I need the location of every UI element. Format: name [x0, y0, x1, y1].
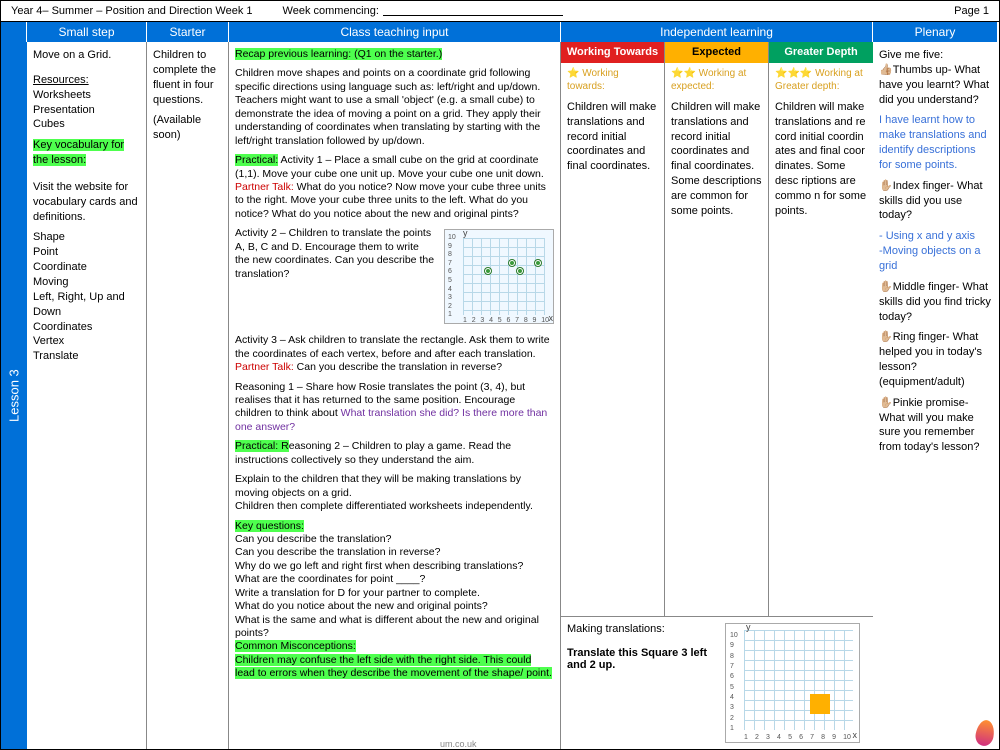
partner-talk-label: Partner Talk:	[235, 361, 294, 373]
vocab-item: Left, Right, Up and Down	[33, 290, 140, 320]
practical-label: Practical:	[235, 154, 278, 166]
plenary-example-answer: I have learnt how to make translations a…	[879, 113, 991, 172]
translation-task-panel: Making translations: Translate this Squa…	[561, 616, 873, 749]
resource-item: Presentation	[33, 103, 140, 118]
wt-stars: ⭐ Working towards:	[567, 67, 658, 94]
starter-availability: (Available soon)	[153, 113, 222, 143]
plenary-column: Give me five: 👍🏼Thumbs up- What have you…	[873, 42, 997, 749]
week-commencing-blank	[383, 6, 563, 16]
resource-item: Cubes	[33, 117, 140, 132]
doc-title: Year 4– Summer – Position and Direction …	[11, 5, 253, 17]
top-bar: Year 4– Summer – Position and Direction …	[1, 1, 999, 22]
practical-1: Practical: Activity 1 – Place a small cu…	[235, 154, 554, 181]
col-head-small-step: Small step	[27, 22, 147, 42]
plenary-example-answer: - Using x and y axis	[879, 229, 991, 244]
activity-3-text: Activity 3 – Ask children to translate t…	[235, 334, 554, 361]
activity-2-block: y x 12345678910 12345678910 Activity 2 –…	[235, 227, 554, 328]
point-b	[509, 260, 515, 266]
point-d	[535, 260, 541, 266]
week-commencing-label: Week commencing:	[283, 5, 379, 17]
key-questions-label: Key questions:	[235, 520, 304, 532]
key-question: Can you describe the translation in reve…	[235, 546, 554, 559]
greater-depth-head: Greater Depth	[769, 42, 873, 63]
column-header-row: Small step Starter Class teaching input …	[1, 22, 999, 42]
resources-label: Resources:	[33, 74, 89, 86]
key-question: What is the same and what is different a…	[235, 614, 554, 641]
thumbs-up-prompt: 👍🏼Thumbs up- What have you learnt? What …	[879, 63, 991, 108]
vocab-item: Shape	[33, 230, 140, 245]
resource-item: Worksheets	[33, 88, 140, 103]
greater-depth-column: Greater Depth ⭐⭐⭐ Working at Greater dep…	[769, 42, 873, 616]
starter-column: Children to complete the fluent in four …	[147, 42, 229, 749]
page-number: Page 1	[954, 5, 989, 17]
vocab-item: Vertex	[33, 334, 140, 349]
point-c	[517, 268, 523, 274]
vocab-item: Point	[33, 245, 140, 260]
translation-task: Translate this Square 3 left and 2 up.	[567, 647, 707, 671]
working-towards-head: Working Towards	[561, 42, 664, 63]
pinkie-prompt: ✋🏼Pinkie promise- What will you make sur…	[879, 396, 991, 455]
misconceptions-text: Children may confuse the left side with …	[235, 654, 552, 679]
middle-finger-prompt: ✋🏼Middle finger- What skills did you fin…	[879, 280, 991, 325]
reasoning-1: Reasoning 1 – Share how Rosie translates…	[235, 381, 554, 435]
recap-heading: Recap previous learning: (Q1 on the star…	[235, 48, 442, 60]
lesson-plan-page: Year 4– Summer – Position and Direction …	[0, 0, 1000, 750]
col-head-starter: Starter	[147, 22, 229, 42]
vocab-item: Moving	[33, 275, 140, 290]
partner-talk-label: Partner Talk:	[235, 181, 294, 193]
gd-body: Children will make translations and re c…	[775, 100, 867, 219]
independent-learning-column: Working Towards ⭐ Working towards: Child…	[561, 42, 873, 749]
col-head-plenary: Plenary	[873, 22, 997, 42]
yellow-square	[810, 694, 830, 714]
brand-logo	[976, 720, 994, 746]
vocab-item: Translate	[33, 349, 140, 364]
ex-stars: ⭐⭐ Working at expected:	[671, 67, 762, 94]
key-question: Why do we go left and right first when d…	[235, 560, 554, 573]
plenary-heading: Give me five:	[879, 48, 991, 63]
vocab-website-note: Visit the website for vocabulary cards a…	[33, 180, 140, 225]
practical-2: Practical: Reasoning 2 – Children to pla…	[235, 440, 554, 467]
ex-body: Children will make translations and reco…	[671, 100, 762, 219]
vocab-item: Coordinates	[33, 320, 140, 335]
key-vocab-label: Key vocabulary for the lesson:	[33, 139, 124, 166]
col-head-independent: Independent learning	[561, 22, 873, 42]
key-question: Can you describe the translation?	[235, 533, 554, 546]
partner-talk-1: Partner Talk: What do you notice? Now mo…	[235, 181, 554, 221]
key-question: Write a translation for D for your partn…	[235, 587, 554, 600]
small-step-heading: Move on a Grid.	[33, 48, 140, 63]
working-towards-column: Working Towards ⭐ Working towards: Child…	[561, 42, 665, 616]
translation-grid-figure: y x 12345678910 12345678910	[725, 623, 860, 743]
expected-column: Expected ⭐⭐ Working at expected: Childre…	[665, 42, 769, 616]
practical-label: Practical: R	[235, 440, 289, 452]
wt-body: Children will make translations and reco…	[567, 100, 658, 174]
expected-head: Expected	[665, 42, 768, 63]
partner-talk-2: Partner Talk: Can you describe the trans…	[235, 361, 554, 374]
index-finger-prompt: ✋🏼Index finger- What skills did you use …	[879, 179, 991, 224]
teaching-column: Recap previous learning: (Q1 on the star…	[229, 42, 561, 749]
teaching-intro: Children move shapes and points on a coo…	[235, 67, 554, 148]
activity-2-text: Activity 2 – Children to translate the p…	[235, 227, 435, 281]
gd-stars: ⭐⭐⭐ Working at Greater depth:	[775, 67, 867, 94]
small-step-column: Move on a Grid. Resources: Worksheets Pr…	[27, 42, 147, 749]
coordinate-grid-figure: y x 12345678910 12345678910	[444, 229, 554, 324]
misconceptions-label: Common Misconceptions:	[235, 640, 356, 652]
flame-icon	[976, 720, 994, 746]
starter-text: Children to complete the fluent in four …	[153, 48, 222, 107]
point-a	[485, 268, 491, 274]
then-text: Children then complete differentiated wo…	[235, 500, 554, 513]
key-question: What do you notice about the new and ori…	[235, 600, 554, 613]
translation-title: Making translations:	[567, 623, 717, 635]
plenary-example-answer: -Moving objects on a grid	[879, 244, 991, 274]
content-body: Lesson 3 Move on a Grid. Resources: Work…	[1, 42, 999, 749]
col-head-teaching: Class teaching input	[229, 22, 561, 42]
explain-text: Explain to the children that they will b…	[235, 473, 554, 500]
footer-url-fragment: um.co.uk	[440, 739, 477, 749]
ring-finger-prompt: ✋🏼Ring finger- What helped you in today'…	[879, 330, 991, 389]
vocab-item: Coordinate	[33, 260, 140, 275]
side-spacer	[1, 22, 27, 42]
lesson-tab: Lesson 3	[1, 42, 27, 749]
key-question: What are the coordinates for point ____?	[235, 573, 554, 586]
